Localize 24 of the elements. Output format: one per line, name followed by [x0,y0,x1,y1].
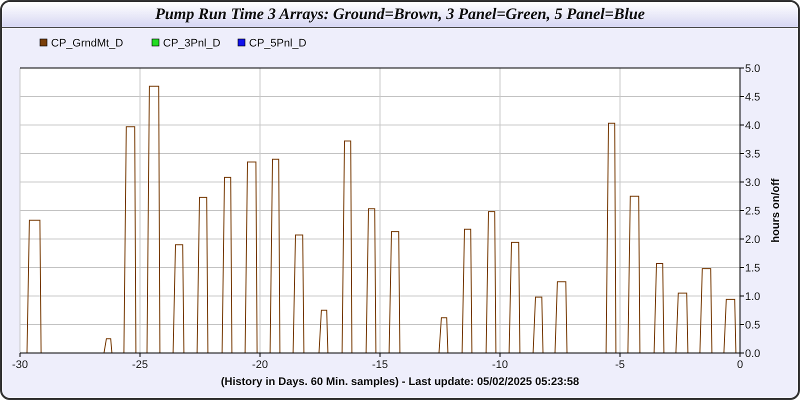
x-tick-label: -30 [12,359,28,371]
y-tick-label: 2.0 [745,234,760,246]
y-tick-label: 0.0 [745,348,760,360]
x-axis-label: (History in Days. 60 Min. samples) - Last update: 05/02/2025 05:23:58 [220,376,580,388]
x-tick-label: 0 [736,359,744,371]
y-tick-label: 2.5 [745,206,760,218]
y-tick-label: 1.5 [745,262,760,274]
y-tick-label: 3.5 [745,148,760,160]
chart-title: Pump Run Time 3 Arrays: Ground=Brown, 3 Panel=Green, 5 Panel=Blue [2,2,798,28]
x-tick-label: -15 [372,359,388,371]
x-tick-label: -10 [492,359,508,371]
y-tick-label: 3.0 [745,177,760,189]
y-tick-label: 4.0 [745,120,760,132]
legend-label: CP_5Pnl_D [249,38,306,50]
x-tick-label: -25 [132,359,148,371]
legend-label: CP_3Pnl_D [163,38,220,50]
y-tick-label: 4.5 [745,92,760,104]
y-axis-label: hours on/off [770,178,782,243]
y-tick-label: 0.5 [745,320,760,332]
x-tick-label: -5 [615,359,625,371]
y-tick-label: 5.0 [745,63,760,75]
x-tick-label: -20 [252,359,268,371]
y-tick-label: 1.0 [745,291,760,303]
legend-label: CP_GrndMt_D [51,38,124,50]
